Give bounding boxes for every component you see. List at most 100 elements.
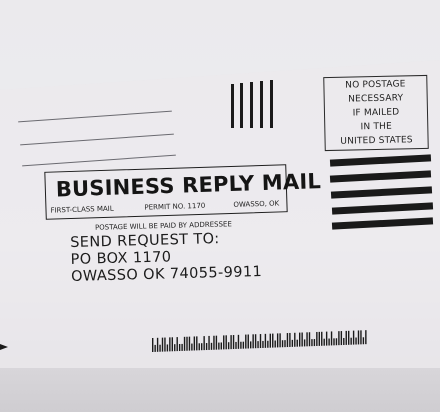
barcode-bar [284,340,286,348]
postage-box-line: NO POSTAGE [345,79,406,91]
barcode-bar [274,340,276,348]
barcode-bar [306,332,308,347]
barcode-bar [159,344,161,352]
permit-city: OWASSO, OK [233,199,280,209]
barcode-bar [276,333,279,348]
business-reply-envelope: NO POSTAGE NECESSARY IF MAILED IN THE UN… [0,0,440,412]
barcode-bar [215,335,218,350]
barcode-bar [166,344,169,352]
barcode-bar [362,337,365,345]
barcode-bar [262,340,264,348]
barcode-bar [264,333,267,348]
barcode-bar [303,339,306,347]
barcode-bar [350,337,352,345]
postage-box-line: NECESSARY [348,93,404,105]
barcode-bar [171,337,173,352]
postnet-barcode [152,330,367,352]
barcode-bar [245,334,247,349]
barcode-bar [208,335,210,350]
brm-title: BUSINESS REPLY MAIL [55,169,322,202]
barcode-bar [164,337,166,352]
barcode-bar [318,331,320,346]
background-surface [0,368,440,412]
facing-identification-mark [250,82,253,128]
barcode-bar [174,344,176,352]
barcode-bar [225,335,227,350]
no-postage-box: NO POSTAGE NECESSARY IF MAILED IN THE UN… [323,74,429,152]
barcode-bar [232,335,235,350]
barcode-bar [316,331,318,346]
barcode-bar [227,342,230,350]
barcode-bar [311,339,313,347]
barcode-bar [220,342,222,350]
barcode-bar [156,337,159,352]
barcode-bar [218,342,220,350]
barcode-bar [333,338,335,346]
barcode-bar [301,332,303,347]
barcode-bar [193,336,196,351]
barcode-bar [279,333,281,348]
barcode-bar [186,336,188,351]
barcode-bar [345,330,347,345]
barcode-bar [247,334,249,349]
barcode-bar [296,339,298,347]
barcode-bar [291,339,294,347]
barcode-bar [360,330,362,345]
barcode-bar [313,339,316,347]
barcode-bar [237,334,240,349]
arrow-marker [0,344,8,350]
postage-box-line: IN THE [360,121,393,133]
postage-box-line: IF MAILED [352,107,400,119]
barcode-bar [340,331,343,346]
barcode-bar [328,338,330,346]
facing-identification-mark [270,80,273,128]
barcode-bar [343,337,345,345]
barcode-bar [289,332,291,347]
facing-identification-mark [260,81,263,128]
barcode-bar [196,336,198,351]
barcode-bar [254,334,257,349]
barcode-bar [325,331,328,346]
barcode-bar [152,338,154,352]
barcode-bar [213,335,215,350]
barcode-bar [230,335,232,350]
barcode-bar [365,330,367,345]
postage-box-line: UNITED STATES [340,135,413,147]
first-class-label: FIRST-CLASS MAIL [50,204,114,215]
barcode-bar [338,331,340,346]
barcode-bar [198,343,200,351]
barcode-bar [330,331,333,346]
barcode-bar [240,341,242,349]
mailing-address: SEND REQUEST TO: PO BOX 1170 OWASSO OK 7… [70,230,262,286]
barcode-bar [294,332,296,347]
barcode-bar [181,343,183,351]
barcode-bar [176,337,178,352]
business-reply-mail-box: BUSINESS REPLY MAIL FIRST-CLASS MAIL PER… [44,164,321,220]
barcode-bar [250,341,252,349]
barcode-bar [203,336,205,351]
barcode-bar [252,334,254,349]
barcode-bar [188,336,191,351]
barcode-bar [223,335,225,350]
barcode-bar [161,337,164,352]
barcode-bar [269,333,271,348]
barcode-bar [257,341,259,349]
barcode-bar [191,343,193,351]
facing-identification-mark [231,84,234,128]
barcode-bar [335,338,338,346]
barcode-bar [205,343,208,351]
barcode-bar [308,332,311,347]
barcode-bar [348,330,350,345]
barcode-bar [352,330,355,345]
permit-number: PERMIT NO. 1170 [144,201,206,212]
facing-identification-mark [240,83,243,128]
barcode-bar [286,333,289,348]
barcode-bar [201,343,203,351]
barcode-bar [281,340,284,348]
barcode-bar [235,341,237,349]
barcode-bar [299,332,301,347]
barcode-bar [169,337,171,352]
barcode-bar [357,330,360,345]
barcode-bar [183,336,186,351]
barcode-bar [272,333,274,348]
